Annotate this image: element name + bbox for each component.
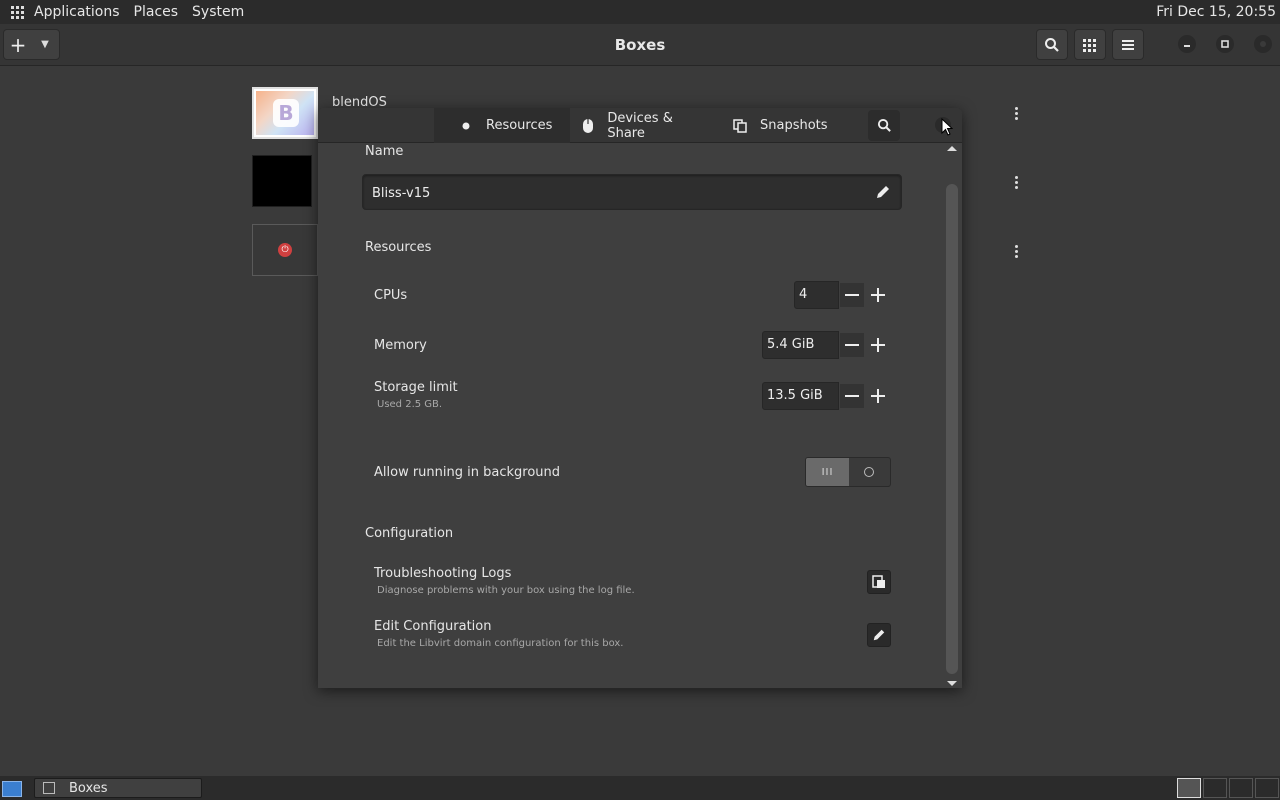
resources-icon — [458, 118, 474, 134]
document-icon — [872, 575, 885, 588]
memory-spin-entry[interactable]: 5.4 GiB — [762, 331, 839, 359]
plus-icon — [871, 288, 885, 302]
maximize-icon — [1221, 40, 1229, 48]
background-label: Allow running in background — [374, 465, 561, 480]
app-grid-icon[interactable] — [0, 0, 34, 24]
storage-label: Storage limit — [374, 380, 458, 395]
mouse-icon — [580, 118, 595, 134]
workspace-4[interactable] — [1255, 778, 1279, 798]
minus-icon — [845, 344, 859, 346]
search-icon — [877, 118, 891, 132]
box-thumbnail-powered-off[interactable]: ⏻ — [252, 224, 318, 276]
headerbar: + ▼ Boxes — [0, 24, 1280, 66]
menu-places[interactable]: Places — [134, 4, 179, 20]
name-field[interactable] — [362, 174, 902, 210]
switch-knob: III — [806, 458, 849, 486]
window-icon — [43, 782, 55, 794]
background-switch[interactable]: III — [805, 457, 891, 487]
storage-spin-entry[interactable]: 13.5 GiB — [762, 382, 839, 410]
switch-off-icon — [864, 467, 874, 477]
menu-applications[interactable]: Applications — [34, 4, 120, 20]
scroll-down-icon[interactable] — [947, 681, 957, 686]
bottom-panel: Boxes — [0, 776, 1280, 800]
edit-configuration-button[interactable] — [867, 623, 891, 647]
grid-view-icon — [1083, 38, 1096, 52]
storage-increase-button[interactable] — [866, 384, 890, 408]
name-input[interactable] — [372, 183, 852, 203]
plus-icon — [871, 389, 885, 403]
show-desktop-icon[interactable] — [2, 781, 22, 797]
minus-icon — [845, 395, 859, 397]
logs-description: Diagnose problems with your box using th… — [377, 585, 635, 596]
top-panel: Applications Places System Fri Dec 15, 2… — [0, 0, 1280, 24]
workspace-2[interactable] — [1203, 778, 1227, 798]
workspace-3[interactable] — [1229, 778, 1253, 798]
blendos-logo-icon: B — [273, 99, 299, 127]
edit-config-label: Edit Configuration — [374, 619, 492, 634]
box-options-icon[interactable] — [1012, 107, 1020, 120]
scroll-up-icon[interactable] — [947, 146, 957, 151]
troubleshooting-logs-button[interactable] — [867, 570, 891, 594]
minus-icon — [845, 294, 859, 296]
taskbar-item-boxes[interactable]: Boxes — [34, 778, 202, 798]
pencil-icon[interactable] — [875, 184, 891, 200]
box-options-icon[interactable] — [1012, 245, 1020, 258]
tab-devices-share[interactable]: Devices & Share — [570, 108, 710, 143]
memory-increase-button[interactable] — [866, 333, 890, 357]
power-icon: ⏻ — [278, 243, 292, 257]
box-options-icon[interactable] — [1012, 176, 1020, 189]
close-window-button[interactable] — [1254, 35, 1272, 53]
edit-config-description: Edit the Libvirt domain configuration fo… — [377, 638, 624, 649]
copy-icon — [732, 118, 748, 134]
box-preferences-dialog: Resources Devices & Share Snapshots Name… — [318, 108, 962, 688]
cpus-decrease-button[interactable] — [840, 283, 864, 307]
name-section-title: Name — [365, 144, 404, 159]
tab-resources[interactable]: Resources — [434, 108, 570, 143]
configuration-section-title: Configuration — [365, 526, 454, 541]
minimize-icon — [1184, 45, 1190, 47]
mouse-cursor-icon — [941, 118, 953, 136]
logs-label: Troubleshooting Logs — [374, 566, 512, 581]
scrollbar-thumb[interactable] — [946, 184, 958, 674]
memory-label: Memory — [374, 338, 427, 353]
menu-system[interactable]: System — [192, 4, 244, 20]
box-thumbnail-blendos[interactable]: B — [252, 87, 318, 139]
dialog-search-button[interactable] — [868, 110, 900, 141]
pencil-icon — [873, 629, 885, 641]
hamburger-menu-icon — [1122, 39, 1134, 50]
grid-view-button[interactable] — [1074, 29, 1106, 60]
search-icon — [1045, 37, 1059, 52]
maximize-button[interactable] — [1216, 35, 1234, 53]
memory-decrease-button[interactable] — [840, 333, 864, 357]
cpus-increase-button[interactable] — [866, 283, 890, 307]
clock[interactable]: Fri Dec 15, 20:55 — [1156, 4, 1276, 20]
plus-icon — [871, 338, 885, 352]
box-thumbnail[interactable] — [252, 155, 312, 207]
resources-section-title: Resources — [365, 240, 432, 255]
dialog-header: Resources Devices & Share Snapshots — [318, 108, 962, 143]
storage-decrease-button[interactable] — [840, 384, 864, 408]
main-menu-button[interactable] — [1112, 29, 1144, 60]
tab-snapshots[interactable]: Snapshots — [710, 108, 850, 143]
workspace-1[interactable] — [1177, 778, 1201, 798]
search-button[interactable] — [1036, 29, 1068, 60]
storage-used-text: Used 2.5 GB. — [377, 399, 443, 410]
minimize-button[interactable] — [1178, 35, 1196, 53]
cpus-label: CPUs — [374, 288, 408, 303]
scrollbar[interactable] — [945, 144, 959, 688]
cpus-spin-entry[interactable]: 4 — [794, 281, 839, 309]
close-icon — [1260, 41, 1266, 47]
